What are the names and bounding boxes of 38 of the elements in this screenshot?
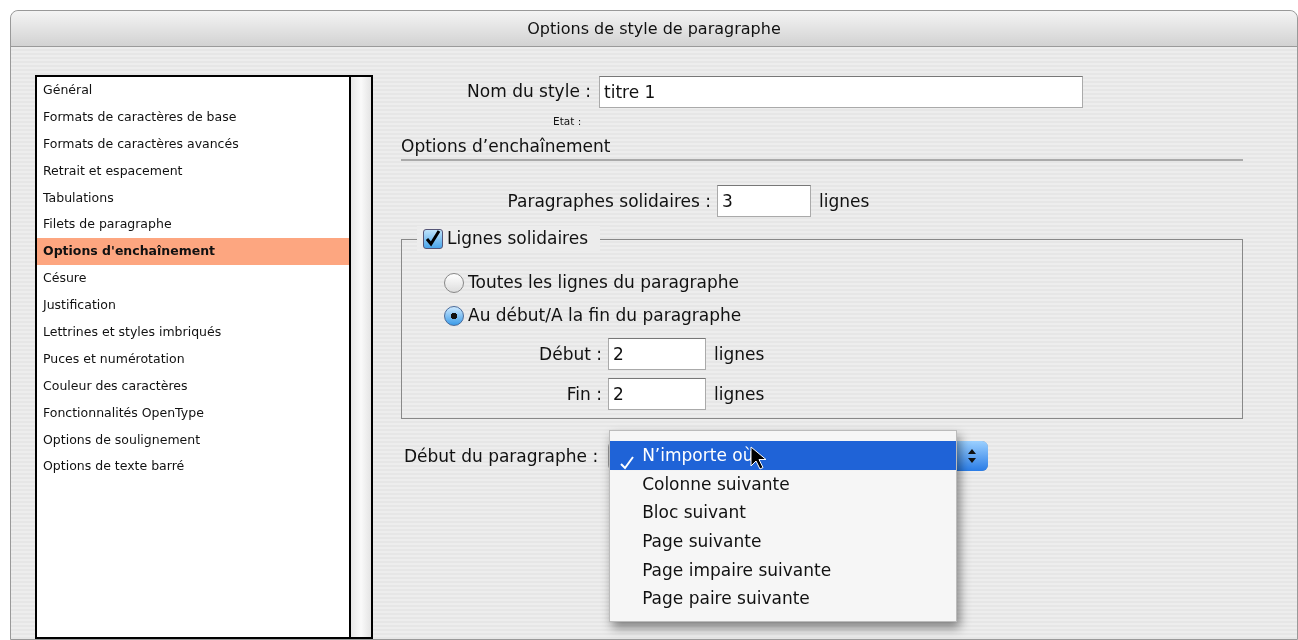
sidebar-item[interactable]: Tabulations [37,184,349,212]
sidebar-item[interactable]: Césure [37,265,349,293]
menu-item[interactable]: Bloc suivant [610,498,957,528]
number-field[interactable]: 3 [717,185,811,218]
sidebar-item[interactable]: Options de texte barré [37,453,349,481]
style-name-field[interactable]: titre 1 [599,76,1083,108]
menu-item[interactable]: Page impaire suivante [610,555,957,585]
menu-item[interactable]: Page suivante [610,527,957,556]
sidebar-item[interactable]: Options de soulignement [37,426,349,454]
radio-label: Toutes les lignes du paragraphe [468,271,740,294]
sidebar-item[interactable]: Options d'enchaînement [37,238,349,266]
field-label: Début du paragraphe : [404,444,599,468]
menu-item[interactable]: Colonne suivante [610,469,957,499]
sidebar-item[interactable]: Couleur des caractères [37,372,349,400]
sidebar-item[interactable]: Filets de paragraphe [37,211,349,239]
sidebar-item[interactable]: Formats de caractères avancés [37,130,349,158]
sidebar-item[interactable]: Formats de caractères de base [37,103,349,131]
number-field[interactable]: 2 [608,378,706,411]
sidebar-item[interactable]: Puces et numérotation [37,345,349,373]
sidebar-item[interactable]: Général [37,77,349,104]
menu-item[interactable]: Page paire suivante [610,584,957,613]
sidebar-item[interactable]: Justification [37,292,349,319]
field-label: Fin : [565,382,602,406]
field-label: Nom du style : [466,80,591,104]
unit-label: lignes [714,342,765,366]
unit-label: lignes [819,189,870,213]
field-label: Paragraphes solidaires : [506,189,711,213]
radio-label: Au début/A la fin du paragraphe [468,304,742,327]
sidebar-item[interactable]: Lettrines et styles imbriqués [37,319,349,346]
checkbox-label: Lignes solidaires [447,227,589,251]
sidebar-item[interactable]: Retrait et espacement [37,157,349,185]
state-label: Etat : [553,115,582,127]
number-field[interactable]: 2 [608,338,706,371]
sidebar-item[interactable]: Fonctionnalités OpenType [37,399,349,427]
window-title: Options de style de paragraphe [527,17,781,40]
section-title: Options d’enchaînement [401,135,611,156]
unit-label: lignes [714,382,765,406]
field-label: Début : [538,342,602,366]
